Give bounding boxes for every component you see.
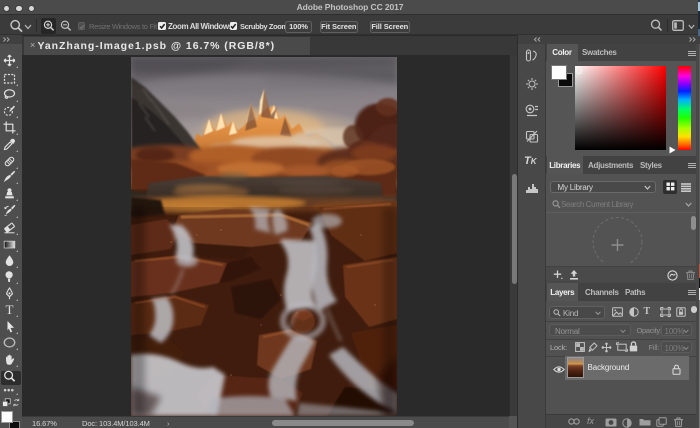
svg-text:T: T xyxy=(6,303,14,316)
